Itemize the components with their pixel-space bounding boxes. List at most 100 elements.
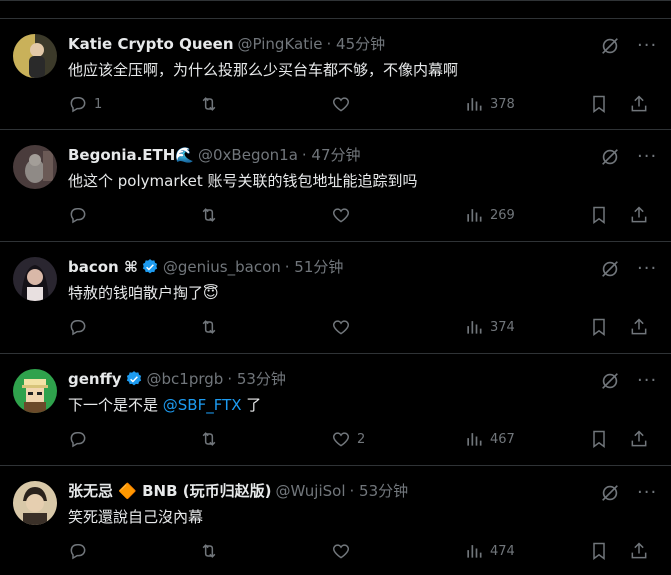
views-count: 269 bbox=[490, 207, 515, 223]
retweet-button[interactable] bbox=[199, 204, 225, 226]
reply-tweet[interactable]: Begonia.ETH🌊 @0xBegon1a · 47分钟 他这个 polym… bbox=[0, 130, 671, 242]
retweet-button[interactable] bbox=[199, 93, 225, 115]
views-button[interactable]: 378 bbox=[464, 93, 515, 115]
bookmark-button[interactable] bbox=[589, 204, 609, 226]
author-handle[interactable]: @0xBegon1a bbox=[198, 145, 298, 165]
bookmark-icon bbox=[593, 206, 605, 224]
views-button[interactable]: 374 bbox=[464, 316, 515, 338]
views-icon bbox=[467, 321, 482, 334]
tweet-actions: 269 bbox=[68, 204, 661, 226]
bookmark-button[interactable] bbox=[589, 316, 609, 338]
reply-tweet[interactable]: genffy @bc1prgb · 53分钟 下一个是不是 @SBF_FTX 了… bbox=[0, 354, 671, 466]
tweet-text: 下一个是不是 @SBF_FTX 了 bbox=[68, 395, 261, 415]
bookmark-button[interactable] bbox=[589, 428, 609, 450]
avatar[interactable] bbox=[13, 145, 57, 189]
timestamp[interactable]: · 45分钟 bbox=[327, 34, 386, 54]
like-button[interactable] bbox=[331, 540, 357, 562]
tweet-header: bacon ⌘ @genius_bacon · 51分钟 bbox=[68, 257, 343, 277]
tweet-text: 特赦的钱咱散户掏了😇 bbox=[68, 283, 219, 303]
tweet-actions: 374 bbox=[68, 316, 661, 338]
avatar[interactable] bbox=[13, 34, 57, 78]
reply-icon bbox=[70, 97, 86, 113]
reply-count: 1 bbox=[94, 96, 103, 112]
tweet-text: 他应该全压啊，为什么投那么少买台车都不够，不像内幕啊 bbox=[68, 60, 458, 80]
grok-icon[interactable] bbox=[599, 258, 621, 280]
reply-icon bbox=[70, 544, 86, 560]
reply-button[interactable] bbox=[68, 428, 94, 450]
retweet-icon bbox=[202, 208, 216, 222]
timestamp[interactable]: · 53分钟 bbox=[227, 369, 286, 389]
tweet-text-body: 下一个是不是 bbox=[68, 396, 163, 414]
author-handle[interactable]: @PingKatie bbox=[238, 34, 323, 54]
more-icon[interactable]: ··· bbox=[637, 259, 657, 279]
reply-button[interactable] bbox=[68, 204, 94, 226]
share-button[interactable] bbox=[629, 204, 649, 226]
share-button[interactable] bbox=[629, 316, 649, 338]
share-button[interactable] bbox=[629, 428, 649, 450]
author-name[interactable]: Katie Crypto Queen bbox=[68, 34, 234, 54]
tweet-text-tail: 了 bbox=[241, 396, 262, 414]
heart-icon bbox=[332, 432, 350, 447]
reply-tweet[interactable]: bacon ⌘ @genius_bacon · 51分钟 特赦的钱咱散户掏了😇 … bbox=[0, 242, 671, 354]
reply-tweet[interactable]: 张无忌 🔶 BNB (玩币归赵版) @WujiSol · 53分钟 笑死還說自己… bbox=[0, 466, 671, 575]
share-icon bbox=[631, 95, 647, 112]
heart-icon bbox=[332, 97, 350, 112]
more-icon[interactable]: ··· bbox=[637, 483, 657, 503]
verified-badge-icon[interactable] bbox=[125, 370, 143, 388]
tweet-header: 张无忌 🔶 BNB (玩币归赵版) @WujiSol · 53分钟 bbox=[68, 481, 408, 501]
author-name[interactable]: 张无忌 🔶 BNB (玩币归赵版) bbox=[68, 481, 271, 501]
views-button[interactable]: 474 bbox=[464, 540, 515, 562]
heart-icon bbox=[332, 208, 350, 223]
author-name[interactable]: Begonia.ETH🌊 bbox=[68, 145, 194, 165]
avatar[interactable] bbox=[13, 481, 57, 525]
reply-tweet[interactable]: Katie Crypto Queen @PingKatie · 45分钟 他应该… bbox=[0, 18, 671, 130]
mention-link[interactable]: @SBF_FTX bbox=[163, 396, 242, 414]
tweet-header: Katie Crypto Queen @PingKatie · 45分钟 bbox=[68, 34, 385, 54]
reply-button[interactable] bbox=[68, 316, 94, 338]
author-handle[interactable]: @WujiSol bbox=[275, 481, 345, 501]
like-button[interactable] bbox=[331, 316, 357, 338]
author-handle[interactable]: @genius_bacon bbox=[163, 257, 281, 277]
views-count: 467 bbox=[490, 431, 515, 447]
reply-button[interactable]: 1 bbox=[68, 93, 102, 115]
retweet-button[interactable] bbox=[199, 428, 225, 450]
bookmark-icon bbox=[593, 95, 605, 113]
more-icon[interactable]: ··· bbox=[637, 147, 657, 167]
bookmark-button[interactable] bbox=[589, 93, 609, 115]
retweet-button[interactable] bbox=[199, 316, 225, 338]
share-button[interactable] bbox=[629, 540, 649, 562]
author-handle[interactable]: @bc1prgb bbox=[147, 369, 224, 389]
avatar[interactable] bbox=[13, 369, 57, 413]
views-icon bbox=[467, 98, 482, 111]
avatar[interactable] bbox=[13, 257, 57, 301]
views-button[interactable]: 269 bbox=[464, 204, 515, 226]
timestamp[interactable]: · 51分钟 bbox=[285, 257, 344, 277]
views-button[interactable]: 467 bbox=[464, 428, 515, 450]
author-name[interactable]: bacon ⌘ bbox=[68, 257, 138, 277]
more-icon[interactable]: ··· bbox=[637, 36, 657, 56]
timestamp[interactable]: · 53分钟 bbox=[350, 481, 409, 501]
grok-icon[interactable] bbox=[599, 482, 621, 504]
reply-icon bbox=[70, 208, 86, 224]
like-button[interactable] bbox=[331, 93, 357, 115]
tweet-text-body: 他应该全压啊，为什么投那么少买台车都不够，不像内幕啊 bbox=[68, 61, 459, 79]
grok-icon[interactable] bbox=[599, 370, 621, 392]
grok-icon[interactable] bbox=[599, 146, 621, 168]
like-button[interactable]: 2 bbox=[331, 428, 365, 450]
timestamp[interactable]: · 47分钟 bbox=[302, 145, 361, 165]
reply-icon bbox=[70, 320, 86, 336]
views-count: 378 bbox=[490, 96, 515, 112]
verified-badge-icon[interactable] bbox=[141, 258, 159, 276]
like-button[interactable] bbox=[331, 204, 357, 226]
bookmark-icon bbox=[593, 430, 605, 448]
retweet-button[interactable] bbox=[199, 540, 225, 562]
grok-icon[interactable] bbox=[599, 35, 621, 57]
share-button[interactable] bbox=[629, 93, 649, 115]
bookmark-button[interactable] bbox=[589, 540, 609, 562]
more-icon[interactable]: ··· bbox=[637, 371, 657, 391]
retweet-icon bbox=[202, 432, 216, 446]
tweet-actions: 2 467 bbox=[68, 428, 661, 450]
reply-button[interactable] bbox=[68, 540, 94, 562]
reply-feed: Katie Crypto Queen @PingKatie · 45分钟 他应该… bbox=[0, 0, 671, 575]
author-name[interactable]: genffy bbox=[68, 369, 122, 389]
